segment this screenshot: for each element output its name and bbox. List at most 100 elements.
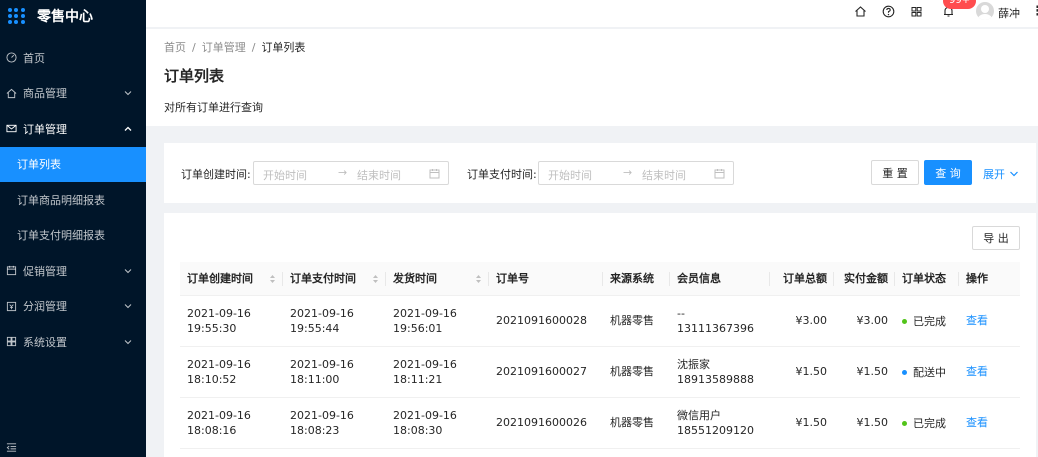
cell-member: 微信用户 18551209120 [670,397,770,449]
sidebar-item-profit-sharing[interactable]: 分润管理 [0,289,146,325]
cell-shipped: 2021-09-16 19:56:01 [386,295,489,347]
column-header-paid-amount: 实付金额 [834,262,895,296]
time-text: 18:08:30 [393,423,443,437]
create-time-range-picker[interactable]: 开始时间 → 结束时间 [253,161,449,185]
cell-order-no: 2021091600028 [489,295,603,347]
cell-total: ¥3.00 [770,295,834,347]
view-link[interactable]: 查看 [966,314,988,327]
username[interactable]: 薛冲 [998,5,1020,21]
status-dot [902,318,907,324]
mail-icon [6,123,17,134]
sort-icon[interactable] [475,274,482,284]
breadcrumb-home[interactable]: 首页 [164,41,186,54]
time-text: 18:08:23 [290,423,340,437]
column-header-label: 订单支付时间 [290,272,356,286]
menu-fold-icon[interactable] [6,442,17,453]
column-header-label: 订单总额 [783,272,827,286]
breadcrumb-separator: / [251,41,256,54]
column-header-paid[interactable]: 订单支付时间 [283,262,386,296]
reset-button[interactable]: 重 置 [871,160,919,185]
cell-source: 机器零售 [603,397,670,449]
sidebar-item-promotions[interactable]: 促销管理 [0,253,146,289]
column-header-status: 订单状态 [895,262,959,296]
column-header-label: 订单状态 [902,272,946,286]
search-button[interactable]: 查 询 [924,160,972,185]
end-time-placeholder[interactable]: 结束时间 [642,167,686,183]
cell-source: 机器零售 [603,346,670,398]
status-dot [902,420,907,426]
column-header-label: 来源系统 [610,272,654,286]
sidebar-item-label: 首页 [23,51,45,65]
breadcrumb-orders[interactable]: 订单管理 [202,41,246,54]
cell-paid-amount: ¥1.50 [834,397,895,449]
sidebar-item-label: 分润管理 [23,300,67,314]
start-time-placeholder[interactable]: 开始时间 [548,167,592,183]
cell-order-no: 2021091600026 [489,397,603,449]
cell-action: 查看 [959,346,1020,398]
more-menu-icon[interactable]: ⋮ [1031,4,1038,19]
order-table-panel: 导 出 订单创建时间 订单支付时间 发货时间 订单号 来源系统 会员信息 订单总… [164,213,1036,457]
top-header: 99+ 薛冲 ⋮ [146,0,1038,27]
sidebar-item-orders[interactable]: 订单管理 [0,111,146,147]
column-header-label: 订单创建时间 [187,272,253,286]
time-text: 19:55:30 [187,321,237,335]
date-text: 2021-09-16 [393,306,457,320]
export-button[interactable]: 导 出 [972,226,1020,250]
view-link[interactable]: 查看 [966,365,988,378]
time-text: 18:10:52 [187,372,237,386]
avatar[interactable] [976,2,994,20]
sidebar-subitem-order-list[interactable]: 订单列表 [0,146,146,182]
time-text: 18:08:16 [187,423,237,437]
start-time-placeholder[interactable]: 开始时间 [263,167,307,183]
cell-member: 沈振家 18913589888 [670,346,770,398]
member-name: 微信用户 [677,408,721,422]
sidebar-item-label: 商品管理 [23,87,67,101]
page-header: 首页 / 订单管理 / 订单列表 订单列表 对所有订单进行查询 [146,29,1038,126]
sidebar-item-products[interactable]: 商品管理 [0,76,146,112]
sort-icon[interactable] [372,274,379,284]
expand-toggle[interactable]: 展开 [983,166,1019,182]
breadcrumb: 首页 / 订单管理 / 订单列表 [164,39,305,55]
profit-icon [6,301,17,312]
column-header-action: 操作 [959,262,1020,296]
sidebar-item-label: 系统设置 [23,335,67,349]
cell-shipped: 2021-09-16 18:11:21 [386,346,489,398]
pay-time-range-picker[interactable]: 开始时间 → 结束时间 [538,161,734,185]
sidebar-item-label: 订单管理 [23,122,67,136]
home-icon[interactable] [854,5,867,18]
time-text: 19:55:44 [290,321,340,335]
cell-total: ¥1.50 [770,346,834,398]
member-name: 沈振家 [677,357,710,371]
column-header-label: 订单号 [496,272,529,286]
column-header-label: 实付金额 [844,272,888,286]
sort-icon[interactable] [269,274,276,284]
date-text: 2021-09-16 [290,408,354,422]
status-badge: 已完成 [913,416,946,430]
column-header-source: 来源系统 [603,262,670,296]
table-row: 2021-09-16 18:10:52 2021-09-16 18:11:00 20… [180,346,1020,398]
table-row: 2021-09-16 18:08:16 2021-09-16 18:08:23 20… [180,397,1020,449]
end-time-placeholder[interactable]: 结束时间 [357,167,401,183]
cell-shipped: 2021-09-16 18:08:30 [386,397,489,449]
date-text: 2021-09-16 [187,306,251,320]
table-row: 2021-09-16 19:55:30 2021-09-16 19:55:44 20… [180,295,1020,347]
column-header-label: 操作 [966,272,988,286]
date-text: 2021-09-16 [393,357,457,371]
apps-icon[interactable] [910,5,923,18]
sidebar-item-settings[interactable]: 系统设置 [0,324,146,360]
cell-member: -- 13111367396 [670,295,770,347]
sidebar-item-home[interactable]: 首页 [0,40,146,76]
cell-paid-amount: ¥3.00 [834,295,895,347]
sidebar-subitem-order-payment-report[interactable]: 订单支付明细报表 [0,218,146,254]
date-text: 2021-09-16 [187,408,251,422]
column-header-created[interactable]: 订单创建时间 [180,262,283,296]
column-header-shipped[interactable]: 发货时间 [386,262,489,296]
help-icon[interactable] [882,5,895,18]
page-description: 对所有订单进行查询 [164,101,263,114]
cell-paid: 2021-09-16 18:08:23 [283,397,386,449]
pay-time-label: 订单支付时间: [467,168,537,181]
page-title: 订单列表 [164,67,225,85]
sidebar-subitem-order-product-report[interactable]: 订单商品明细报表 [0,182,146,218]
app-logo[interactable]: 零售中心 [0,0,146,32]
view-link[interactable]: 查看 [966,416,988,429]
